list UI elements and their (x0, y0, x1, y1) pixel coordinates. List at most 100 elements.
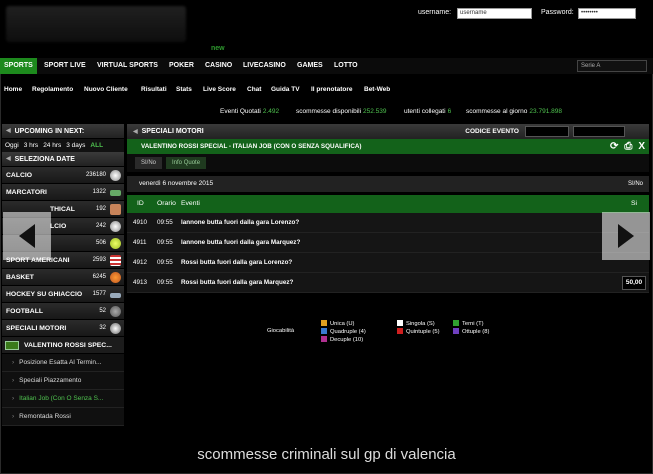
legend-swatch (321, 336, 327, 342)
legend-text: Quintuple (5) (406, 329, 440, 335)
nav-livecasino[interactable]: LIVECASINO (243, 58, 286, 74)
upcoming-header[interactable]: ◀ UPCOMING IN NEXT: (2, 124, 124, 139)
filter-all[interactable]: ALL (90, 139, 103, 152)
sport-count: 236180 (85, 172, 106, 178)
row-event: lannone butta fuori dalla gara Marquez? (181, 239, 301, 246)
table-row: 4913 09:55 Rossi butta fuori dalla gara … (127, 273, 649, 293)
subnav-home[interactable]: Home (4, 83, 22, 97)
subitem-label: Posizione Esatta Al Termin... (19, 359, 102, 366)
stat-eventi-value: 2.492 (262, 108, 280, 115)
chevron-right-icon: › (12, 377, 15, 384)
subitem-italian-job[interactable]: › Italian Job (Con O Senza S... (2, 390, 124, 408)
subnav-regolamento[interactable]: Regolamento (32, 83, 73, 97)
stat-giorno-value: 23.791.898 (529, 108, 562, 115)
password-label: Password: (541, 9, 574, 16)
collapse-icon[interactable]: ◀ (133, 129, 138, 135)
nav-lotto[interactable]: LOTTO (334, 58, 358, 74)
select-date-header[interactable]: ◀ SELEZIONA DATE (2, 152, 124, 167)
subnav-risultati[interactable]: Risultati (141, 83, 167, 97)
sport-hockey[interactable]: HOCKEY SU GHIACCIO 1577 (2, 286, 124, 303)
subnav-nuovo-cliente[interactable]: Nuovo Cliente (84, 83, 128, 97)
subnav-live-score[interactable]: Live Score (203, 83, 236, 97)
print-icon[interactable]: ⎙ (624, 139, 632, 154)
subitem-label: Italian Job (Con O Senza S... (19, 395, 104, 402)
stat-eventi-label: Eventi Quotati (220, 108, 261, 115)
legend-text: Decuple (10) (330, 337, 364, 343)
subnav-stats[interactable]: Stats (176, 83, 192, 97)
password-input[interactable]: •••••••• (578, 8, 636, 19)
event-date: venerdì 6 novembre 2015 (139, 180, 214, 187)
row-time: 09:55 (157, 279, 173, 286)
date-row: venerdì 6 novembre 2015 SI/No (127, 176, 649, 192)
subnav-prenotatore[interactable]: Il prenotatore (311, 83, 353, 97)
collapse-icon: ◀ (6, 127, 11, 134)
table-row: 4910 09:55 lannone butta fuori dalla gar… (127, 213, 649, 233)
sport-name: MARCATORI (6, 189, 47, 196)
serie-select[interactable]: Serie A (577, 60, 647, 72)
legend-quintuple: Quintuple (5) (397, 328, 440, 335)
username-input[interactable]: username (457, 8, 532, 19)
upcoming-title: UPCOMING IN NEXT: (14, 127, 85, 135)
sport-count: 1577 (92, 291, 106, 297)
row-event: Rossi butta fuori dalla gara Marquez? (181, 279, 294, 286)
legend-swatch (453, 320, 459, 326)
stat-scommesse-value: 252.539 (363, 108, 387, 115)
nav-virtual-sports[interactable]: VIRTUAL SPORTS (97, 58, 158, 74)
stat-giorno-label: scommesse al giorno (466, 108, 528, 115)
nav-casino[interactable]: CASINO (205, 58, 232, 74)
row-time: 09:55 (157, 219, 173, 226)
market-tabs: SI/No Info Quote (127, 154, 649, 172)
subitem-label: Remontada Rossi (19, 413, 71, 420)
sport-name: CALCIO (6, 172, 33, 179)
legend-label: Giocabilità (267, 328, 295, 334)
sport-name: FOOTBALL (6, 308, 43, 315)
subnav-chat[interactable]: Chat (247, 83, 261, 97)
legend-terni: Terni (T) (453, 320, 484, 327)
selected-event-label: VALENTINO ROSSI SPEC... (24, 342, 112, 349)
legend-ottuple: Ottuple (8) (453, 328, 489, 335)
legend-decuple: Decuple (10) (321, 336, 363, 343)
site-logo[interactable] (6, 6, 186, 42)
subnav-guida-tv[interactable]: Guida TV (271, 83, 300, 97)
filter-oggi[interactable]: Oggi (5, 139, 19, 152)
stat-giorno: scommesse al giorno 23.791.898 (466, 106, 562, 118)
codice-evento-input[interactable] (525, 126, 569, 137)
sport-calcio[interactable]: CALCIO 236180 (2, 167, 124, 184)
nav-poker[interactable]: POKER (169, 58, 194, 74)
subitem-posizione[interactable]: › Posizione Esatta Al Termin... (2, 354, 124, 372)
nav-sport-live[interactable]: SPORT LIVE (44, 58, 86, 74)
subitem-remontada[interactable]: › Remontada Rossi (2, 408, 124, 426)
sport-speciali-motori[interactable]: SPECIALI MOTORI 32 (2, 320, 124, 337)
subitem-label: Speciali Piazzamento (19, 377, 82, 384)
nav-sports[interactable]: SPORTS (0, 58, 37, 74)
nav-games[interactable]: GAMES (297, 58, 323, 74)
legend-text: Ottuple (8) (462, 329, 490, 335)
codice-evento-select[interactable] (573, 126, 625, 137)
row-time: 09:55 (157, 239, 173, 246)
main-nav: SPORTS SPORT LIVE VIRTUAL SPORTS POKER C… (0, 58, 653, 74)
filter-24hrs[interactable]: 24 hrs (43, 139, 61, 152)
subitem-piazzamento[interactable]: › Speciali Piazzamento (2, 372, 124, 390)
selected-event[interactable]: VALENTINO ROSSI SPEC... (2, 337, 124, 354)
next-slide-button[interactable] (602, 212, 650, 260)
close-icon[interactable]: X (638, 139, 645, 154)
chevron-right-icon: › (12, 413, 15, 420)
legend-quadruple: Quadruple (4) (321, 328, 366, 335)
refresh-icon[interactable]: ⟳ (610, 139, 618, 154)
stats-bar: Eventi Quotati 2.492 scommesse disponibil… (0, 106, 653, 118)
sport-count: 6245 (92, 274, 106, 280)
previous-slide-button[interactable] (3, 212, 51, 260)
sport-football[interactable]: FOOTBALL 52 (2, 303, 124, 320)
sport-basket[interactable]: BASKET 6245 (2, 269, 124, 286)
tab-si-no[interactable]: SI/No (135, 157, 163, 169)
filter-3days[interactable]: 3 days (66, 139, 85, 152)
filter-3hrs[interactable]: 3 hrs (24, 139, 38, 152)
tab-info-quote[interactable]: Info Quote (166, 157, 207, 169)
stat-scommesse-label: scommesse disponibili (296, 108, 362, 115)
row-id: 4910 (133, 219, 148, 226)
sport-marcatori[interactable]: MARCATORI 1322 (2, 184, 124, 201)
tennis-ball-icon (110, 238, 121, 249)
odd-button[interactable]: 50,00 (622, 276, 646, 290)
hockey-icon (110, 293, 121, 298)
subnav-bet-web[interactable]: Bet-Web (364, 83, 390, 97)
